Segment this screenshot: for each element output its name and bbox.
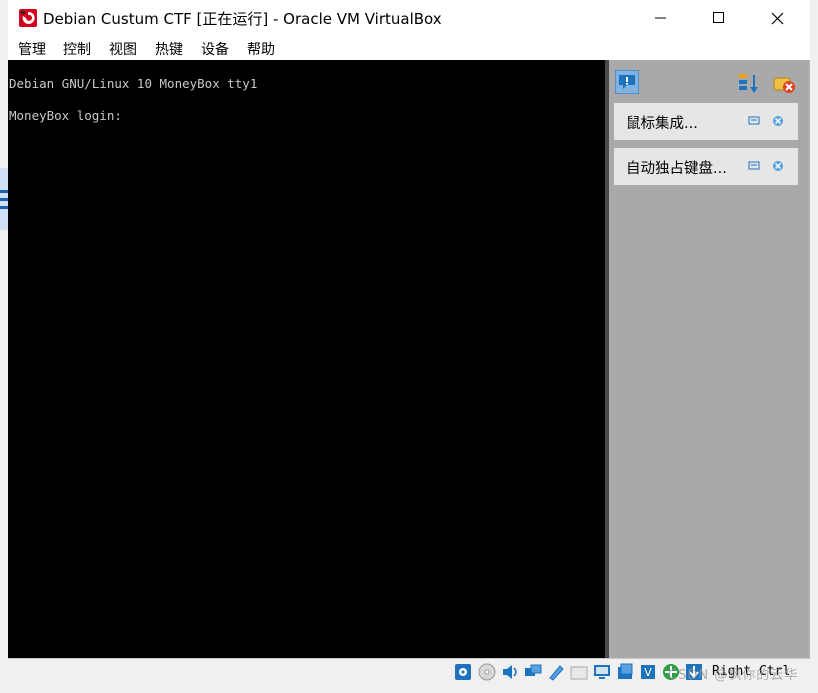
- menu-bar: 管理 控制 视图 热键 设备 帮助: [8, 36, 810, 60]
- menu-control[interactable]: 控制: [63, 39, 91, 59]
- cpu-icon[interactable]: V: [639, 663, 657, 681]
- background-window-edge: [0, 168, 8, 230]
- notification-center-icon[interactable]: [615, 70, 639, 94]
- window-title: Debian Custum CTF [正在运行] - Oracle VM Vir…: [43, 10, 442, 28]
- shared-folders-icon[interactable]: [570, 663, 588, 681]
- vm-console[interactable]: Debian GNU/Linux 10 MoneyBox tty1 MoneyB…: [8, 60, 605, 658]
- virtualbox-logo-icon: [19, 9, 37, 27]
- menu-view[interactable]: 视图: [109, 39, 137, 59]
- maximize-icon: [713, 12, 724, 23]
- menu-help[interactable]: 帮助: [247, 39, 275, 59]
- menu-devices[interactable]: 设备: [201, 39, 229, 59]
- status-bar: V Right Ctrl CSDN @枫你的云华: [8, 658, 810, 687]
- notification-center: 鼠标集成... 自动独占键盘...: [609, 60, 809, 658]
- minimize-icon: [655, 17, 666, 19]
- menu-manage[interactable]: 管理: [18, 39, 46, 59]
- close-button[interactable]: [748, 0, 806, 36]
- console-line: Debian GNU/Linux 10 MoneyBox tty1: [9, 76, 258, 91]
- dismiss-icon[interactable]: [772, 160, 784, 172]
- notification-mouse-integration[interactable]: 鼠标集成...: [614, 103, 798, 140]
- recording-icon[interactable]: [616, 663, 634, 681]
- keep-icon[interactable]: [748, 115, 760, 127]
- maximize-button[interactable]: [690, 0, 748, 36]
- menu-hotkeys[interactable]: 热键: [155, 39, 183, 59]
- notification-label: 自动独占键盘...: [626, 161, 727, 177]
- usb-icon[interactable]: [547, 663, 565, 681]
- notification-label: 鼠标集成...: [626, 116, 698, 132]
- optical-drive-icon[interactable]: [478, 663, 496, 681]
- hard-disk-icon[interactable]: [454, 663, 472, 681]
- watermark-text: CSDN @枫你的云华: [668, 668, 799, 683]
- notification-keyboard-capture[interactable]: 自动独占键盘...: [614, 148, 798, 185]
- console-login-prompt: MoneyBox login:: [9, 108, 122, 123]
- network-icon[interactable]: [524, 663, 542, 681]
- svg-text:V: V: [644, 666, 652, 679]
- audio-icon[interactable]: [501, 663, 519, 681]
- delete-all-icon[interactable]: [772, 72, 796, 96]
- close-icon: [771, 12, 783, 24]
- dismiss-icon[interactable]: [772, 115, 784, 127]
- minimize-button[interactable]: [632, 0, 690, 36]
- display-icon[interactable]: [593, 663, 611, 681]
- keep-icon[interactable]: [748, 160, 760, 172]
- sort-icon[interactable]: [737, 72, 761, 96]
- title-bar[interactable]: Debian Custum CTF [正在运行] - Oracle VM Vir…: [8, 0, 810, 36]
